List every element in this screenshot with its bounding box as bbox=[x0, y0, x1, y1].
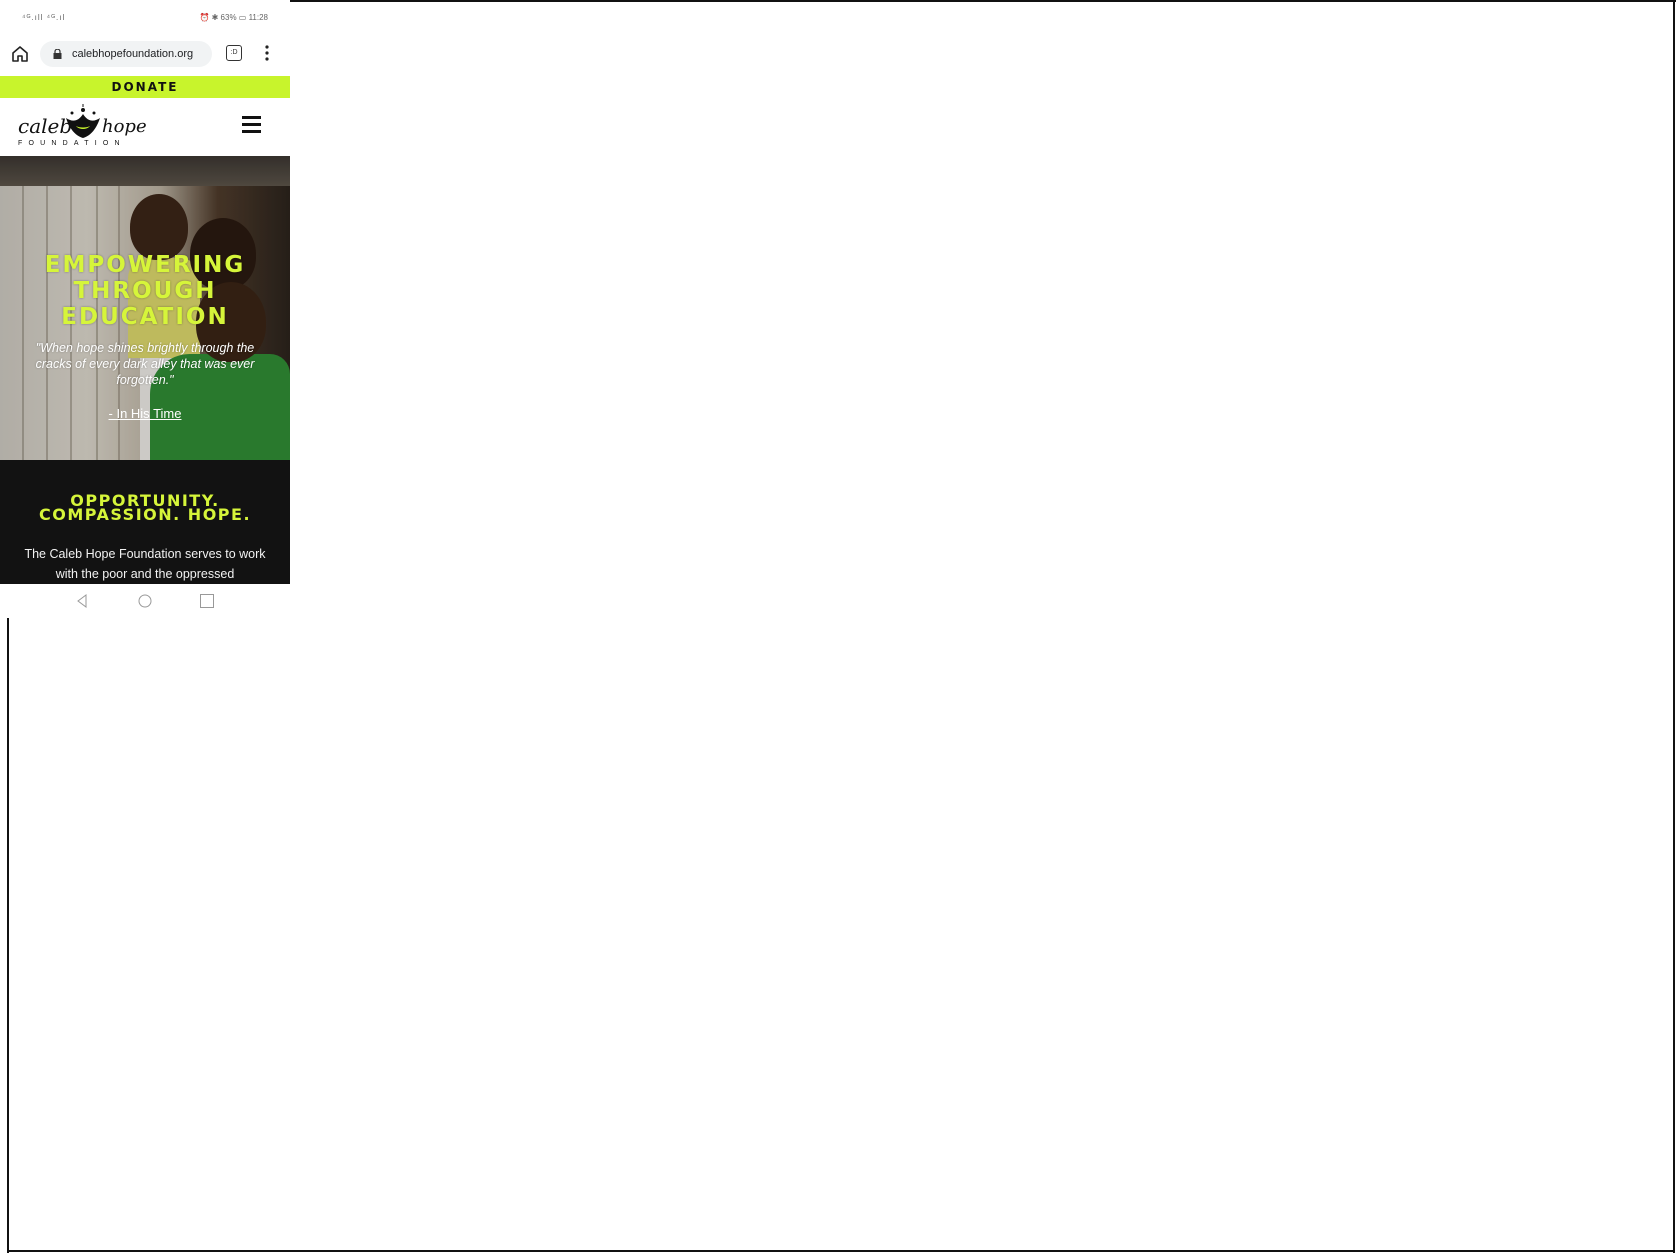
lotus-crown-icon bbox=[66, 104, 100, 138]
frame-right-line bbox=[1673, 0, 1675, 1253]
android-nav-bar bbox=[0, 584, 290, 618]
address-bar[interactable]: calebhopefoundation.org bbox=[40, 41, 212, 67]
url-text: calebhopefoundation.org bbox=[72, 48, 194, 60]
phone-screen: ⁴ᴳ.ıll ⁴ᴳ.ıl ⏰ ✱ 63% ▭ 11:28 calebhopefo… bbox=[0, 0, 290, 618]
status-right-info: ⏰ ✱ 63% ▭ 11:28 bbox=[199, 13, 268, 22]
mission-heading-line: COMPASSION. HOPE. bbox=[38, 505, 252, 524]
back-icon[interactable] bbox=[76, 594, 88, 608]
hero-quote: "When hope shines brightly through the c… bbox=[35, 341, 255, 387]
frame-bottom-line bbox=[7, 1250, 1675, 1252]
donate-banner[interactable]: DONATE bbox=[0, 76, 290, 98]
hero-title-line: EDUCATION bbox=[61, 304, 229, 330]
hero-title: EMPOWERING THROUGH EDUCATION bbox=[0, 252, 290, 330]
logo-subtitle: FOUNDATION bbox=[18, 140, 126, 147]
status-bar: ⁴ᴳ.ıll ⁴ᴳ.ıl ⏰ ✱ 63% ▭ 11:28 bbox=[0, 0, 290, 36]
hero-source-link[interactable]: - In His Time bbox=[0, 406, 290, 421]
hero-section: EMPOWERING THROUGH EDUCATION "When hope … bbox=[0, 156, 290, 460]
logo-word-hope: hope bbox=[102, 116, 147, 137]
donate-button[interactable]: DONATE bbox=[112, 80, 179, 94]
mission-section: OPPORTUNITY. COMPASSION. HOPE. The Caleb… bbox=[0, 460, 290, 584]
home-icon[interactable] bbox=[10, 44, 30, 64]
caleb-hope-logo[interactable]: caleb hope FOUNDATION bbox=[16, 102, 147, 150]
mission-heading: OPPORTUNITY. COMPASSION. HOPE. bbox=[0, 493, 290, 524]
site-header: caleb hope FOUNDATION bbox=[0, 98, 290, 154]
browser-toolbar: calebhopefoundation.org :D bbox=[0, 36, 290, 74]
hero-title-line: EMPOWERING bbox=[44, 252, 246, 278]
mission-text: The Caleb Hope Foundation serves to work… bbox=[24, 547, 266, 581]
hamburger-menu-icon[interactable] bbox=[242, 116, 261, 134]
signal-indicators: ⁴ᴳ.ıll ⁴ᴳ.ıl bbox=[22, 13, 66, 22]
tab-switcher-button[interactable]: :D bbox=[226, 45, 242, 61]
recent-apps-icon[interactable] bbox=[200, 594, 214, 608]
frame-left-line bbox=[7, 616, 9, 1253]
home-circle-icon[interactable] bbox=[138, 594, 152, 608]
lock-icon bbox=[53, 49, 62, 59]
hero-title-line: THROUGH bbox=[73, 278, 217, 304]
more-options-icon[interactable] bbox=[262, 43, 272, 63]
